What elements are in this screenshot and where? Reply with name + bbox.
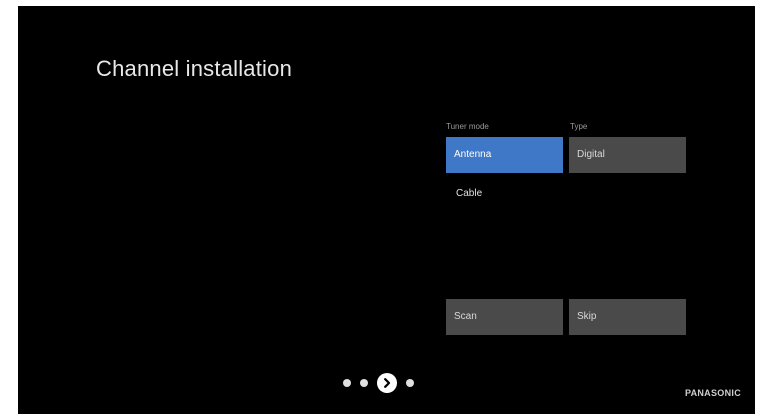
- step-dot: [360, 379, 368, 387]
- tuner-option-antenna[interactable]: Antenna: [446, 137, 563, 173]
- step-indicator: [343, 372, 414, 394]
- page-title: Channel installation: [96, 56, 293, 81]
- next-button[interactable]: [377, 373, 397, 393]
- skip-button[interactable]: Skip: [569, 299, 686, 335]
- chevron-right-icon: [384, 378, 391, 388]
- scan-button[interactable]: Scan: [446, 299, 563, 335]
- tv-screen: Channel installation Tuner mode Type Ant…: [18, 6, 755, 414]
- brand-logo: PANASONIC: [684, 388, 741, 398]
- step-dot: [343, 379, 351, 387]
- type-select[interactable]: Digital: [569, 137, 686, 173]
- tuner-mode-label: Tuner mode: [446, 122, 489, 131]
- step-dot: [406, 379, 414, 387]
- tuner-option-cable[interactable]: Cable: [456, 188, 482, 199]
- type-label: Type: [570, 122, 588, 131]
